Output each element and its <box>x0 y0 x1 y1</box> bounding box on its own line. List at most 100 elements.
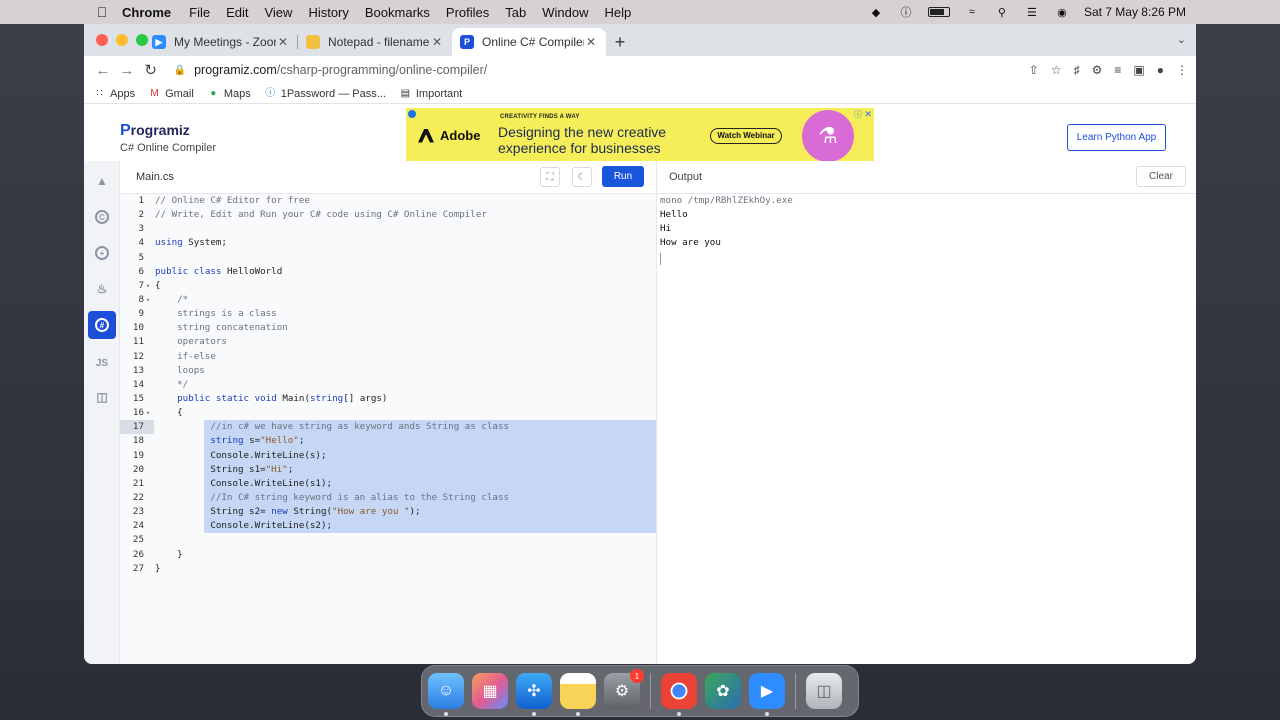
js-language-icon[interactable]: JS <box>88 349 116 377</box>
new-tab-button[interactable]: + <box>606 28 634 56</box>
clear-button[interactable]: Clear <box>1136 166 1186 187</box>
run-button[interactable]: Run <box>602 166 644 187</box>
code-line[interactable]: 22 //In C# string keyword is an alias to… <box>120 490 656 506</box>
close-window-button[interactable] <box>96 34 108 46</box>
code-line[interactable]: 25 <box>120 533 656 547</box>
dropbox-icon[interactable]: ◆ <box>868 6 884 19</box>
address-bar[interactable]: 🔒 programiz.com/csharp-programming/onlin… <box>174 63 1029 77</box>
menubar-clock[interactable]: Sat 7 May 8:26 PM <box>1084 5 1186 19</box>
menu-edit[interactable]: Edit <box>226 5 248 20</box>
bookmark-star-icon[interactable]: ☆ <box>1051 63 1062 77</box>
code-line[interactable]: 8 ▾ /* <box>120 293 656 307</box>
bookmark-important[interactable]: ▤ Important <box>400 88 463 100</box>
code-line[interactable]: 16 ▾ { <box>120 406 656 420</box>
control-center-icon[interactable]: ☰ <box>1024 6 1040 19</box>
reload-icon[interactable]: ↻ <box>140 61 162 79</box>
c-language-icon[interactable]: C <box>88 203 116 231</box>
network-app-icon[interactable]: ✿ <box>705 673 741 709</box>
ad-close-icon[interactable]: ✕ <box>864 109 872 120</box>
code-area[interactable]: 1 // Online C# Editor for free 2 // Write, … <box>120 194 656 664</box>
file-tab-main-cs[interactable]: Main.cs <box>136 171 174 183</box>
share-icon[interactable]: ⇧ <box>1029 63 1039 77</box>
code-line[interactable]: 3 <box>120 222 656 236</box>
code-line[interactable]: 13 loops <box>120 364 656 378</box>
fold-arrow-icon[interactable]: ▾ <box>146 293 150 307</box>
finder-icon[interactable]: ☺ <box>428 673 464 716</box>
reading-list-icon[interactable]: ≡ <box>1114 63 1121 77</box>
code-line[interactable]: 27} <box>120 562 656 576</box>
output-console[interactable]: mono /tmp/RBhlZEkhOy.exe Hello Hi How ar… <box>660 194 793 265</box>
code-line[interactable]: 9 strings is a class <box>120 307 656 321</box>
fold-arrow-icon[interactable]: ▾ <box>146 406 150 420</box>
java-language-icon[interactable]: ♨ <box>88 275 116 303</box>
code-line[interactable]: 23 String s2= new String("How are you ")… <box>120 505 656 520</box>
code-line[interactable]: 7 ▾ { <box>120 279 656 293</box>
minimize-window-button[interactable] <box>116 34 128 46</box>
code-line[interactable]: 5 <box>120 251 656 265</box>
system-preferences-icon[interactable]: ⚙ 1 <box>604 669 644 709</box>
tab-csharp-compiler[interactable]: P Online C# Compiler (Editor) ✕ <box>452 28 606 56</box>
code-line[interactable]: 10 string concatenation <box>120 321 656 335</box>
tab-search-chevron-icon[interactable]: ⌄ <box>1177 33 1186 46</box>
code-line[interactable]: 17 //in c# we have string as keyword and… <box>120 420 656 435</box>
programiz-logo[interactable]: Programiz <box>120 122 190 140</box>
code-line[interactable]: 20 String s1="Hi"; <box>120 462 656 477</box>
python-language-icon[interactable]: ▲ <box>88 167 116 195</box>
menu-history[interactable]: History <box>308 5 348 20</box>
bookmark-maps[interactable]: ● Maps <box>208 88 250 100</box>
launchpad-icon[interactable]: ▦ <box>472 673 508 709</box>
csharp-language-icon[interactable]: # <box>88 311 116 339</box>
dark-mode-moon-icon[interactable]: ☾ <box>572 167 592 187</box>
menu-view[interactable]: View <box>264 5 292 20</box>
bookmark-1password[interactable]: ⓘ 1Password — Pass... <box>265 88 386 100</box>
fullscreen-icon[interactable]: ⛶ <box>540 167 560 187</box>
notes-icon[interactable] <box>560 673 596 716</box>
ad-info-icon[interactable]: ⓘ <box>854 109 862 120</box>
code-line[interactable]: 24 Console.WriteLine(s2); <box>120 519 656 534</box>
zoom-icon[interactable]: ▶ <box>749 673 785 716</box>
code-line[interactable]: 14 */ <box>120 378 656 392</box>
forward-arrow-icon[interactable]: → <box>116 62 138 79</box>
apple-menu-icon[interactable]:  <box>94 4 110 20</box>
menu-window[interactable]: Window <box>542 5 588 20</box>
adobe-ad-banner[interactable]: Adobe CREATIVITY FINDS A WAY Designing t… <box>406 108 874 166</box>
tab-zoom-meetings[interactable]: ▶ My Meetings - Zoom ✕ <box>144 28 298 56</box>
learn-python-app-button[interactable]: Learn Python App <box>1067 124 1166 151</box>
code-line[interactable]: 12 if-else <box>120 350 656 364</box>
code-line[interactable]: 18 string s="Hello"; <box>120 434 656 449</box>
lock-icon[interactable]: 🔒 <box>174 65 186 76</box>
siri-icon[interactable]: ◉ <box>1054 6 1070 19</box>
code-line[interactable]: 2 // Write, Edit and Run your C# code usi… <box>120 208 656 222</box>
code-line[interactable]: 4 using System; <box>120 236 656 250</box>
close-tab-icon[interactable]: ✕ <box>276 35 290 49</box>
safari-icon[interactable]: ✣ <box>516 673 552 716</box>
menu-bookmarks[interactable]: Bookmarks <box>365 5 430 20</box>
menu-help[interactable]: Help <box>605 5 632 20</box>
extensions-puzzle-icon[interactable]: ⚙ <box>1092 63 1103 77</box>
code-line[interactable]: 11 operators <box>120 335 656 349</box>
tab-notepad[interactable]: Notepad - filename.txt ✕ <box>298 28 452 56</box>
close-tab-icon[interactable]: ✕ <box>430 35 444 49</box>
cpp-language-icon[interactable]: + <box>88 239 116 267</box>
mute-tab-icon[interactable]: ♯ <box>1074 63 1080 77</box>
chrome-menu-icon[interactable]: ⋮ <box>1176 63 1188 77</box>
code-line[interactable]: 6 public class HelloWorld <box>120 265 656 279</box>
menubar-app-name[interactable]: Chrome <box>122 5 171 20</box>
code-line[interactable]: 1 // Online C# Editor for free <box>120 194 656 208</box>
trash-icon[interactable]: ◫ <box>806 673 842 709</box>
chrome-icon[interactable] <box>661 673 697 716</box>
code-line[interactable]: 15 public static void Main(string[] args… <box>120 392 656 406</box>
ad-watch-webinar-button[interactable]: Watch Webinar <box>710 128 782 144</box>
side-panel-icon[interactable]: ▣ <box>1133 63 1144 77</box>
back-arrow-icon[interactable]: ← <box>92 62 114 79</box>
bookmark-gmail[interactable]: M Gmail <box>149 88 193 100</box>
profile-avatar-icon[interactable]: ● <box>1157 63 1164 77</box>
close-tab-icon[interactable]: ✕ <box>584 35 598 49</box>
battery-icon[interactable] <box>927 7 950 17</box>
code-line[interactable]: 19 Console.WriteLine(s); <box>120 448 656 463</box>
menu-file[interactable]: File <box>189 5 210 20</box>
spotlight-search-icon[interactable]: ⚲ <box>994 6 1010 19</box>
code-line[interactable]: 21 Console.WriteLine(s1); <box>120 476 656 491</box>
code-line[interactable]: 26 } <box>120 548 656 562</box>
onepassword-icon[interactable]: ⓘ <box>898 6 914 19</box>
